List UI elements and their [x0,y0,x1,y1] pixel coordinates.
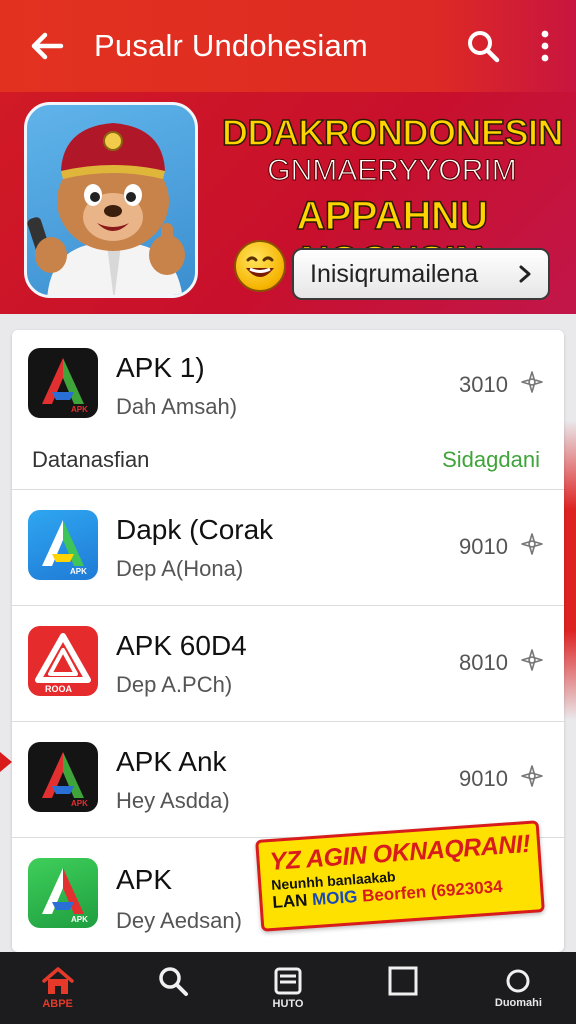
app-name: APK 1) [116,352,205,383]
svg-text:APK: APK [71,915,88,924]
apk-logo-dark-icon: APK [28,742,98,812]
app-subtitle: Dep A(Hona) [116,556,244,581]
nav-home[interactable]: ABPE [0,952,115,1024]
library-icon [274,967,302,994]
promo-line-3-b: MOIG [311,887,359,910]
square-icon [388,966,418,995]
list-item[interactable]: ROOA APK 60D4 Dep A.PCh) 8010 [12,606,564,722]
banner-cta-button[interactable]: Inisiqrumailena [292,248,550,300]
app-count: 9010 [459,766,508,791]
list-item[interactable]: APK APK Ank Hey Asdda) 9010 [12,722,564,838]
app-subtitle: Hey Asdda) [116,788,230,813]
more-options-button[interactable] [514,0,576,92]
star-outline-icon[interactable] [520,532,544,556]
promo-banner[interactable]: DDAKRONDONESIN GNMAERYYORIM APPAHNU NOON… [0,92,576,314]
app-name: APK 60D4 [116,630,247,661]
star-outline-icon[interactable] [520,370,544,394]
svg-text:APK: APK [71,799,88,808]
mascot-image [24,102,198,298]
app-count: 8010 [459,650,508,675]
app-bar: Pusalr Undohesiam [0,0,576,92]
svg-text:ROOA: ROOA [45,684,73,694]
app-count: 9010 [459,534,508,559]
chevron-right-icon [519,265,531,283]
search-button[interactable] [452,0,514,92]
app-name: APK Ank [116,746,227,777]
side-arrow-accent [0,752,12,772]
star-outline-icon[interactable] [520,764,544,788]
app-subtitle: Dey Aedsan) [116,908,242,933]
more-vert-icon [541,30,549,62]
nav-search[interactable] [115,952,230,1024]
star-outline-icon[interactable] [520,648,544,672]
bottom-navigation: ABPE HUTO Duomahi [0,952,576,1024]
nav-profile-label: Duomahi [494,996,542,1009]
arrow-left-icon [31,32,64,60]
apk-logo-dark-icon: APK [28,348,98,418]
app-name: APK [116,864,173,895]
nav-square[interactable] [346,952,461,1024]
apk-logo-blue-icon: APK [28,510,98,580]
footer-status-link[interactable]: Sidagdani [442,447,540,473]
nav-home-label: ABPE [42,997,73,1010]
nav-library-label: HUTO [272,997,304,1010]
svg-text:APK: APK [70,567,87,576]
search-icon [468,31,500,63]
home-icon [41,966,74,994]
list-item[interactable]: APK APK 1) Dah Amsah) 3010 Datanasfian S… [12,330,564,490]
app-count: 3010 [459,372,508,397]
apk-logo-red-icon: ROOA [28,626,98,696]
app-name: Dapk (Corak [116,514,274,545]
nav-library[interactable]: HUTO [230,952,345,1024]
apk-logo-green-icon: APK [28,858,98,928]
circle-icon [506,969,530,992]
banner-headline-1: DDAKRONDONESIN [221,111,564,154]
app-subtitle: Dah Amsah) [116,394,238,419]
app-subtitle: Dep A.PCh) [116,672,233,697]
svg-text:APK: APK [71,405,88,414]
back-button[interactable] [0,0,94,92]
search-icon [159,966,188,996]
banner-headline-2: GNMAERYYORIM [267,154,517,188]
banner-cta-label: Inisiqrumailena [310,259,479,288]
promo-line-3-a: LAN [271,890,309,912]
laughing-emoji-icon [234,240,286,292]
list-item-footer: Datanasfian Sidagdani [12,430,564,490]
nav-profile[interactable]: Duomahi [461,952,576,1024]
page-title: Pusalr Undohesiam [94,28,368,63]
footer-left-text: Datanasfian [32,447,150,472]
side-accent [562,420,576,720]
list-item[interactable]: APK Dapk (Corak Dep A(Hona) 9010 [12,490,564,606]
